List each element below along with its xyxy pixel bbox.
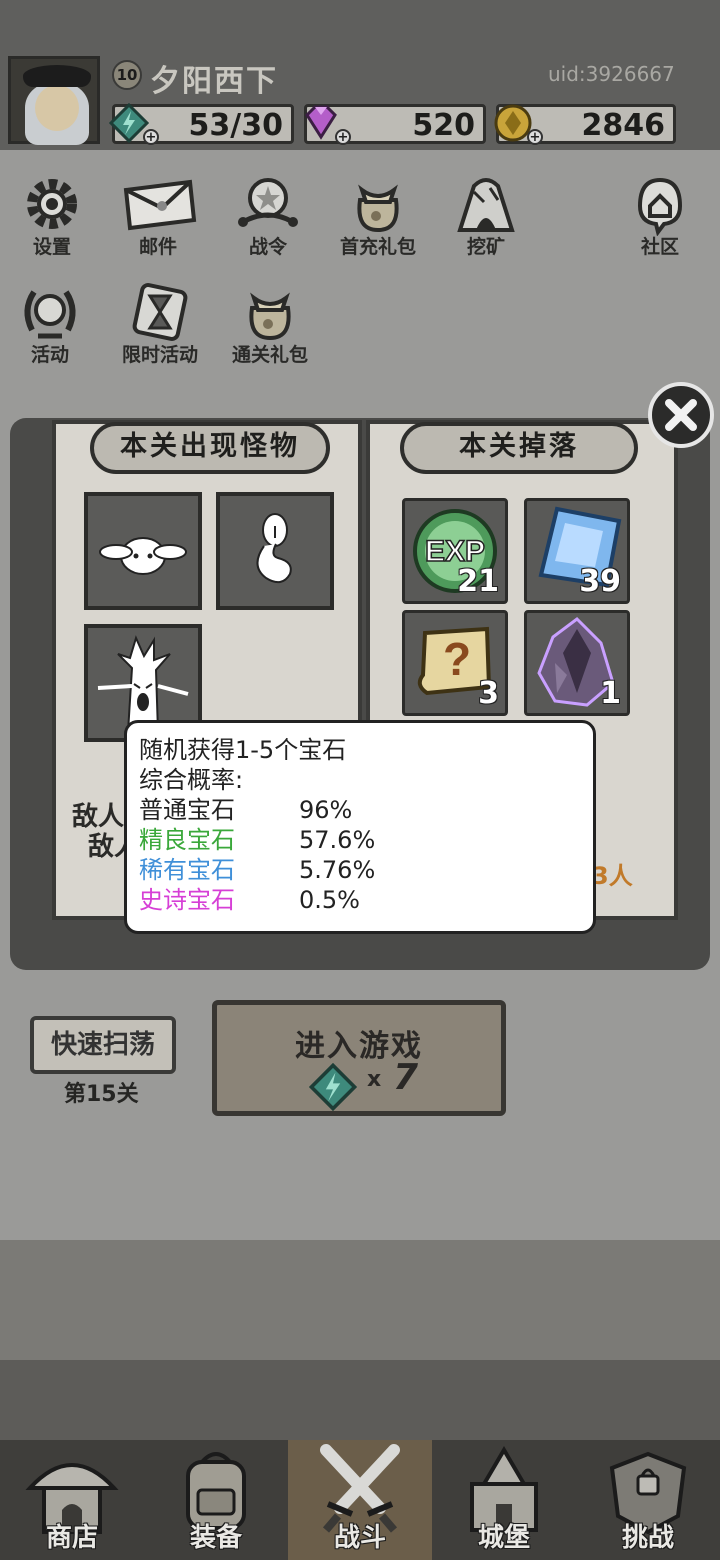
ghost-monster-icon [256, 513, 292, 584]
enter-game-button[interactable]: 进入游戏 x 7 [212, 1000, 506, 1116]
floor-decoration [0, 1360, 720, 1440]
quick-sweep-button[interactable]: 快速扫荡 [30, 1016, 176, 1074]
uid-label: uid:3926667 [548, 62, 675, 86]
gem-rate-row: 稀有宝石 5.76% [139, 855, 581, 885]
tooltip-line: 综合概率: [139, 766, 244, 794]
tab-label: 商店 [45, 1523, 98, 1553]
monsters-header: 本关出现怪物 [90, 422, 330, 474]
menu-label: 首充礼包 [339, 236, 416, 258]
floor-decoration [0, 1240, 720, 1360]
menu-mining[interactable]: 挖矿 [436, 172, 536, 272]
menu-limited-events[interactable]: 限时活动 [110, 280, 210, 380]
menu-label: 活动 [30, 344, 69, 366]
add-diamond-button[interactable]: + [335, 129, 351, 145]
drop-count: 1 [600, 676, 621, 711]
battle-pass-icon [238, 178, 298, 227]
close-icon [665, 399, 697, 431]
menu-battle-pass[interactable]: 战令 [218, 172, 318, 272]
tab-label: 战斗 [333, 1523, 386, 1553]
gem-rate: 57.6% [299, 826, 376, 854]
monster-card[interactable] [84, 492, 202, 610]
tab-castle[interactable]: 城堡 [432, 1440, 576, 1560]
menu-settings[interactable]: 设置 [2, 172, 102, 272]
menu-label: 社区 [640, 236, 679, 258]
add-stamina-button[interactable]: + [143, 129, 159, 145]
gold-resource: + 2846 [494, 104, 676, 145]
menu-label: 挖矿 [466, 236, 505, 258]
tab-label: 装备 [189, 1523, 242, 1553]
drop-count: 21 [457, 564, 499, 599]
diamond-resource: + 520 [304, 104, 486, 145]
diamond-value: 520 [412, 108, 475, 143]
stamina-cost: 7 [393, 1057, 419, 1098]
player-name: 夕阳西下 [150, 64, 278, 99]
gift-bag-icon [357, 184, 399, 233]
menu-events[interactable]: 活动 [0, 280, 100, 380]
drop-count: 3 [478, 676, 499, 711]
gem-rate-row: 史诗宝石 0.5% [139, 885, 581, 915]
menu-mail[interactable]: 邮件 [108, 172, 208, 272]
tab-battle[interactable]: 战斗 [288, 1440, 432, 1560]
tab-challenge[interactable]: 挑战 [576, 1440, 720, 1560]
envelope-icon [123, 179, 197, 231]
enter-game-label: 进入游戏 [295, 1029, 423, 1064]
close-button[interactable] [648, 382, 714, 448]
menu-label: 战令 [248, 236, 287, 258]
gift-bag-icon [249, 292, 291, 341]
stamina-value: 53/30 [188, 108, 283, 143]
tab-label: 城堡 [477, 1523, 530, 1553]
gold-value: 2846 [581, 108, 666, 143]
menu-label: 设置 [32, 236, 71, 258]
svg-text:?: ? [443, 633, 471, 685]
gem-rarity: 史诗宝石 [139, 886, 235, 914]
drop-count: 39 [579, 564, 621, 599]
drop-tooltip: 随机获得1-5个宝石 综合概率: 普通宝石 96% 精良宝石 57.6% 稀有宝… [124, 720, 596, 934]
drop-scroll[interactable]: ? 3 [402, 610, 508, 716]
menu-first-charge-gift[interactable]: 首充礼包 [328, 172, 428, 272]
menu-community[interactable]: 社区 [610, 172, 710, 272]
drop-crystal[interactable]: 1 [524, 610, 630, 716]
avatar[interactable] [8, 56, 100, 145]
gem-rarity: 稀有宝石 [139, 856, 235, 884]
community-icon [637, 177, 683, 236]
gem-rate: 0.5% [299, 886, 360, 914]
menu-label: 通关礼包 [231, 344, 308, 366]
add-gold-button[interactable]: + [527, 129, 543, 145]
stage-label: 第15关 [64, 1082, 139, 1107]
gem-rarity: 精良宝石 [139, 826, 235, 854]
gem-rarity: 普通宝石 [139, 796, 235, 824]
menu-label: 限时活动 [121, 344, 198, 366]
gem-rate-row: 普通宝石 96% [139, 795, 581, 825]
gem-rate: 5.76% [299, 856, 376, 884]
stamina-resource: + 53/30 [109, 103, 294, 145]
tooltip-line: 随机获得1-5个宝石 [139, 736, 347, 764]
mine-icon [457, 178, 515, 232]
monster-card[interactable] [216, 492, 334, 610]
gem-rate-row: 精良宝石 57.6% [139, 825, 581, 855]
tab-equipment[interactable]: 装备 [144, 1440, 288, 1560]
tab-shop[interactable]: 商店 [0, 1440, 144, 1560]
gem-rate: 96% [299, 796, 353, 824]
cost-multiplier: x [367, 1067, 382, 1092]
bunny-monster-icon [99, 537, 187, 575]
laurel-icon [24, 290, 76, 339]
player-count-partial: 3人 [592, 862, 633, 890]
gear-icon [27, 179, 77, 229]
stamina-gem-icon [309, 1063, 357, 1111]
drops-header: 本关掉落 [400, 422, 638, 474]
menu-label: 邮件 [138, 236, 177, 258]
drop-blue-gem[interactable]: 39 [524, 498, 630, 604]
drop-exp[interactable]: EXP 21 [402, 498, 508, 604]
menu-clear-gift[interactable]: 通关礼包 [220, 280, 320, 380]
level-badge: 10 [112, 60, 142, 90]
hourglass-icon [132, 283, 188, 341]
tab-label: 挑战 [621, 1523, 674, 1553]
